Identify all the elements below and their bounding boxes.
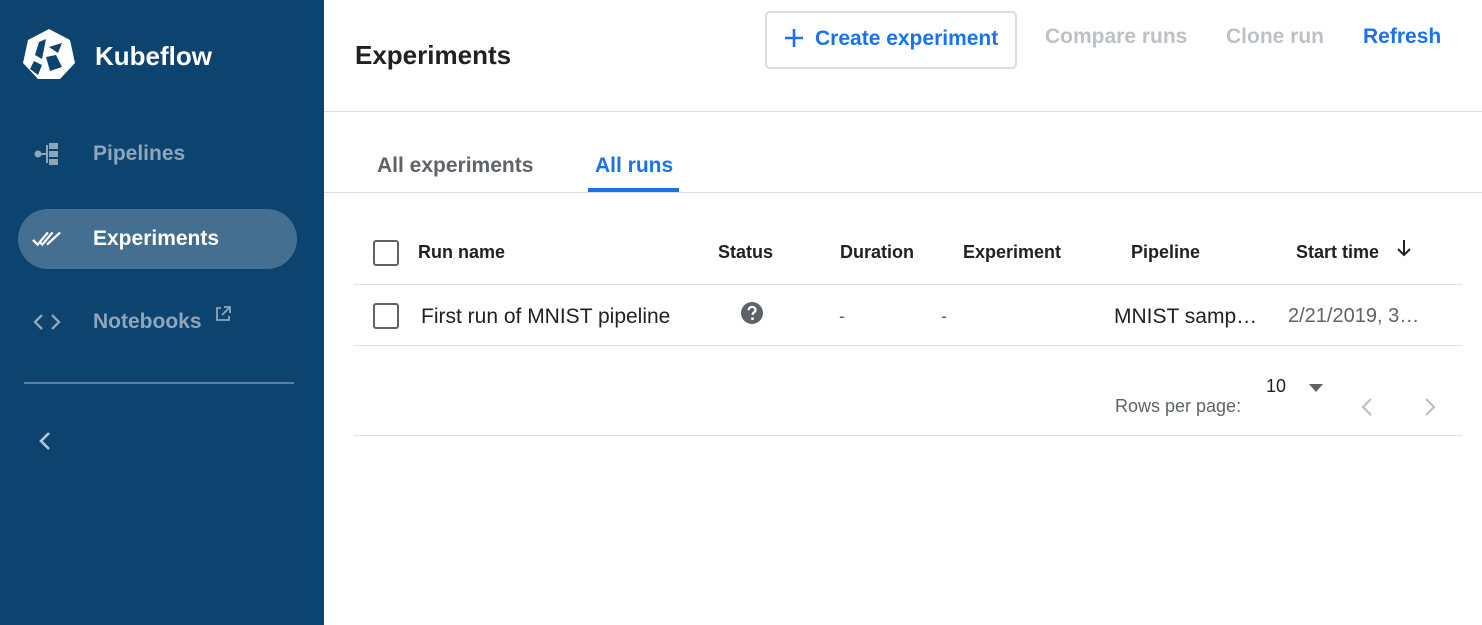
sidebar-item-label: Pipelines xyxy=(93,142,186,165)
column-header-run-name[interactable]: Run name xyxy=(418,242,505,263)
pagination-divider xyxy=(354,435,1462,436)
page-title: Experiments xyxy=(355,40,512,70)
create-experiment-button[interactable]: Create experiment xyxy=(765,11,1017,69)
create-experiment-label: Create experiment xyxy=(815,27,999,50)
sidebar-item-notebooks[interactable]: Notebooks xyxy=(18,292,297,352)
rows-per-page-value: 10 xyxy=(1266,376,1287,396)
code-brackets-icon xyxy=(32,308,62,336)
sidebar-divider xyxy=(24,382,294,384)
double-check-icon xyxy=(32,225,62,253)
experiment-cell: - xyxy=(941,306,947,326)
clone-run-button[interactable]: Clone run xyxy=(1226,25,1324,49)
row-divider xyxy=(354,345,1462,346)
chevron-right-icon xyxy=(1425,398,1436,416)
header-divider xyxy=(324,111,1482,112)
run-name-link[interactable]: First run of MNIST pipeline xyxy=(421,305,670,329)
rows-per-page-label: Rows per page: xyxy=(1115,396,1242,416)
previous-page-button[interactable] xyxy=(1352,392,1382,422)
question-circle-icon xyxy=(740,301,764,325)
column-header-duration[interactable]: Duration xyxy=(840,242,914,263)
external-link-icon xyxy=(215,306,231,327)
pipeline-icon xyxy=(32,140,62,168)
compare-runs-button[interactable]: Compare runs xyxy=(1045,25,1187,49)
tabs-divider xyxy=(324,192,1482,193)
brand-name: Kubeflow xyxy=(95,41,212,71)
chevron-left-icon xyxy=(1361,398,1372,416)
chevron-left-icon xyxy=(39,432,50,450)
column-header-pipeline[interactable]: Pipeline xyxy=(1131,242,1200,263)
column-header-experiment[interactable]: Experiment xyxy=(963,242,1061,263)
column-header-start-time[interactable]: Start time xyxy=(1296,242,1379,263)
pipeline-link[interactable]: MNIST samp… xyxy=(1114,305,1257,329)
kubeflow-logo-icon xyxy=(23,29,75,79)
select-all-checkbox[interactable] xyxy=(373,240,399,266)
duration-cell: - xyxy=(839,306,845,326)
dropdown-caret-icon xyxy=(1309,384,1323,392)
column-header-status[interactable]: Status xyxy=(718,242,773,263)
tab-all-runs[interactable]: All runs xyxy=(595,154,673,178)
sort-descending-icon[interactable] xyxy=(1396,238,1412,263)
sidebar-item-pipelines[interactable]: Pipelines xyxy=(18,124,297,184)
sidebar-item-label: Notebooks xyxy=(93,310,202,333)
refresh-button[interactable]: Refresh xyxy=(1363,25,1441,49)
table-header-divider xyxy=(354,284,1462,285)
sidebar-item-experiments[interactable]: Experiments xyxy=(18,209,297,269)
sidebar-item-label: Experiments xyxy=(93,227,220,250)
plus-icon xyxy=(785,29,803,47)
sidebar: Kubeflow Pipelines Experiments Notebooks xyxy=(0,0,324,625)
start-time-cell: 2/21/2019, 3… xyxy=(1288,305,1420,327)
brand[interactable]: Kubeflow xyxy=(22,27,212,81)
tab-all-experiments[interactable]: All experiments xyxy=(377,154,533,178)
collapse-sidebar-button[interactable] xyxy=(30,426,60,456)
rows-per-page-select[interactable]: 10 xyxy=(1266,376,1330,402)
row-checkbox[interactable] xyxy=(373,303,399,329)
next-page-button[interactable] xyxy=(1415,392,1445,422)
